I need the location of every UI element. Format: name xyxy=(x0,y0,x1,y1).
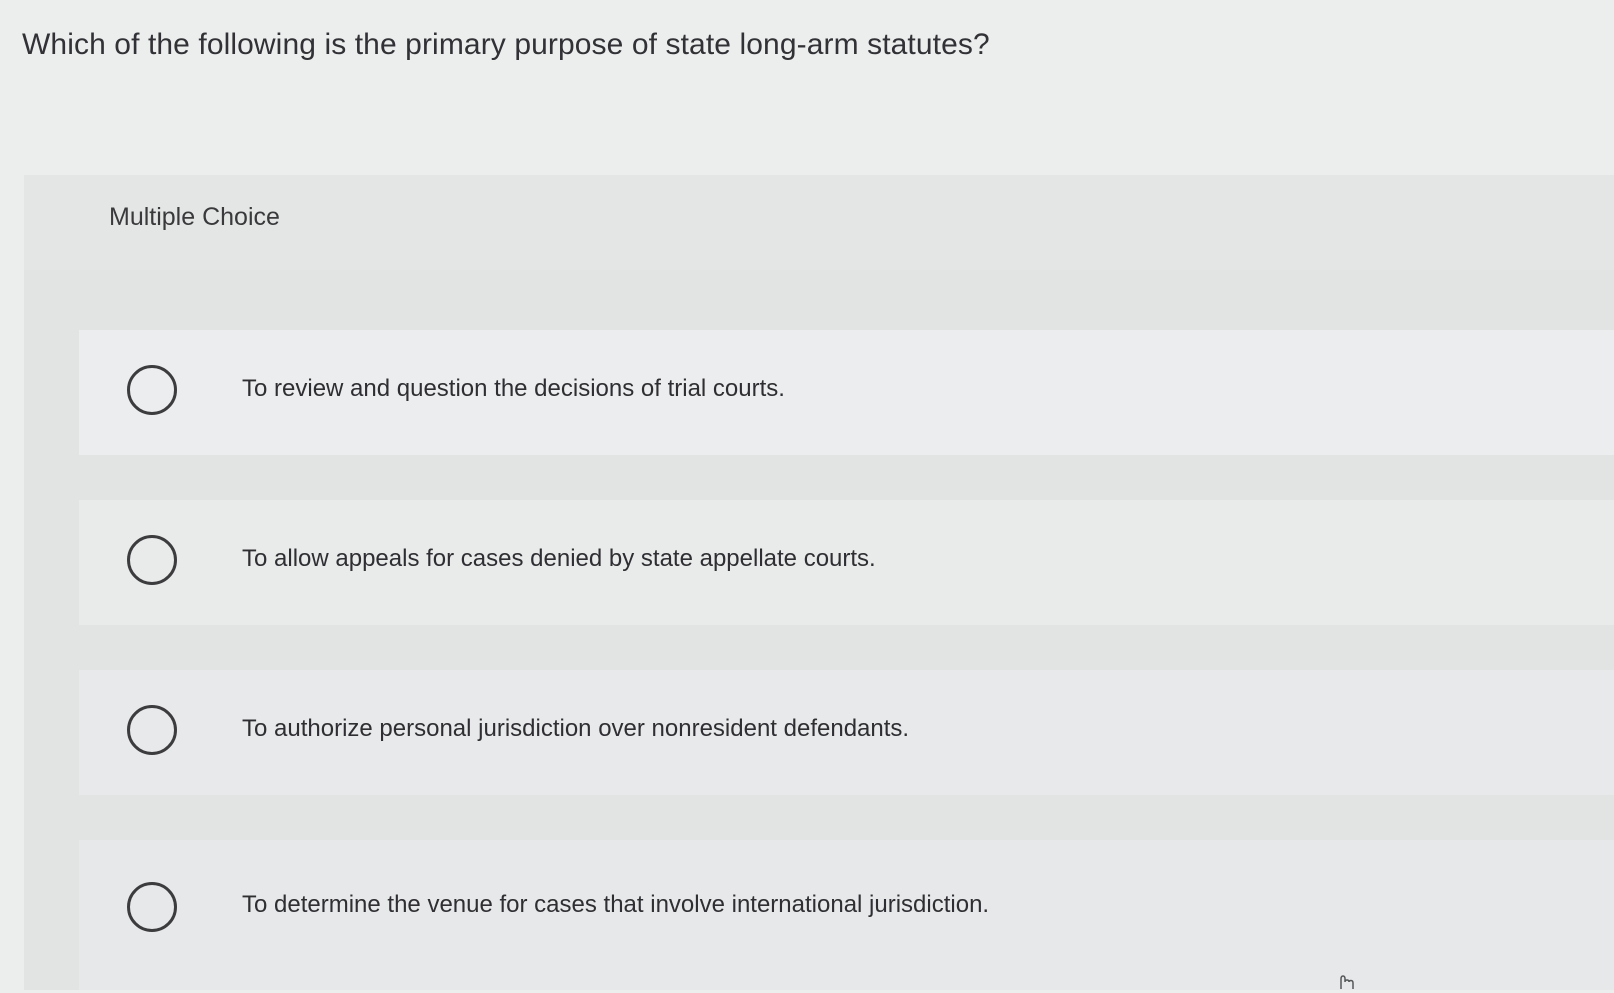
panel-header: Multiple Choice xyxy=(24,175,1614,270)
answer-option-4[interactable]: To determine the venue for cases that in… xyxy=(79,840,1614,990)
answer-option-2[interactable]: To allow appeals for cases denied by sta… xyxy=(79,500,1614,625)
radio-button[interactable] xyxy=(127,365,177,415)
hand-pointer-icon xyxy=(1333,973,1357,990)
radio-button[interactable] xyxy=(127,535,177,585)
answer-text[interactable]: To authorize personal jurisdiction over … xyxy=(242,715,909,743)
answer-option-1[interactable]: To review and question the decisions of … xyxy=(79,330,1614,455)
answer-text[interactable]: To allow appeals for cases denied by sta… xyxy=(242,545,876,573)
question-text: Which of the following is the primary pu… xyxy=(22,28,990,61)
answer-text[interactable]: To determine the venue for cases that in… xyxy=(242,891,989,919)
answer-text[interactable]: To review and question the decisions of … xyxy=(242,375,785,403)
question-type-label: Multiple Choice xyxy=(109,203,280,231)
answer-option-3[interactable]: To authorize personal jurisdiction over … xyxy=(79,670,1614,795)
multiple-choice-panel: Multiple Choice To review and question t… xyxy=(24,175,1614,990)
radio-button[interactable] xyxy=(127,882,177,932)
radio-button[interactable] xyxy=(127,705,177,755)
